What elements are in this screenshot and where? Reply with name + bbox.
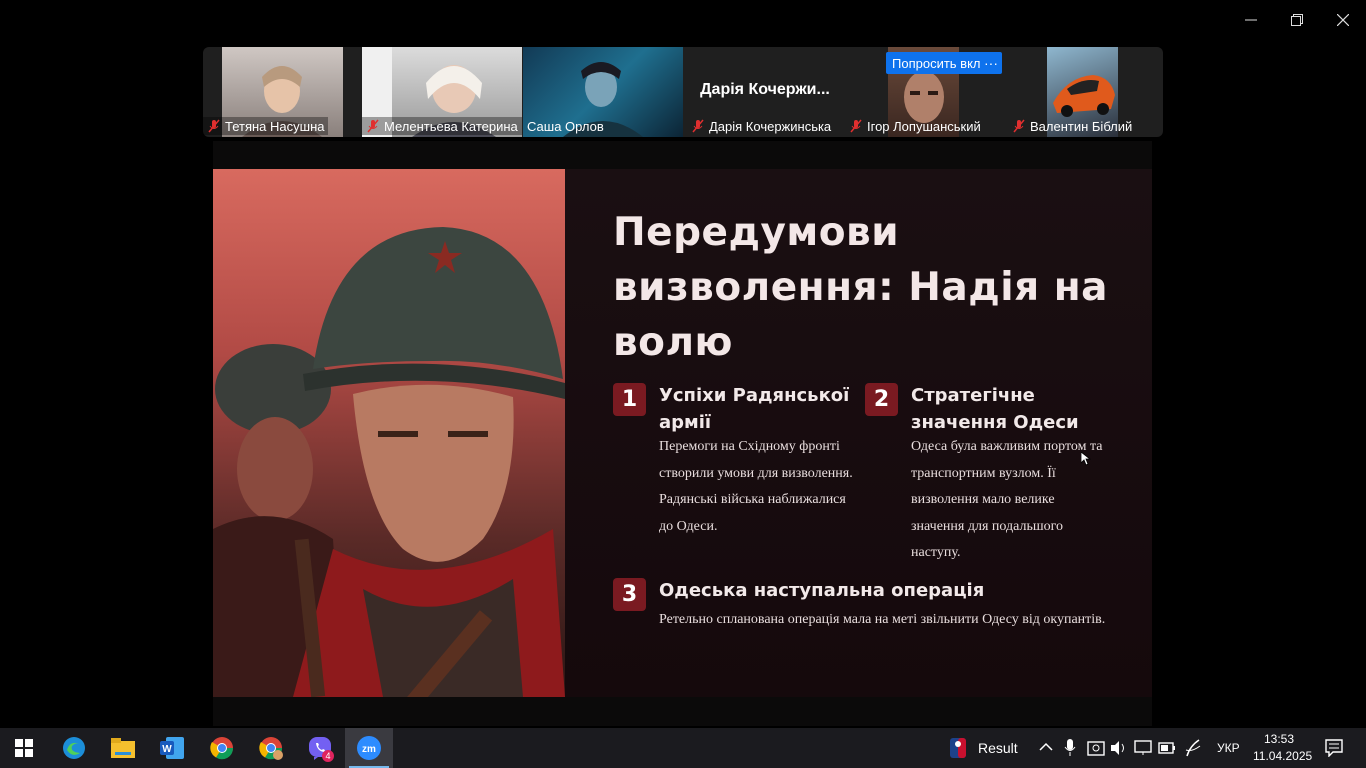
item-text: Ретельно спланована операція мала на мет…: [659, 612, 1106, 627]
notifications-icon[interactable]: [1325, 739, 1343, 757]
participant-name: Саша Орлов: [527, 118, 604, 134]
pen-icon[interactable]: [1184, 738, 1202, 758]
start-icon: [15, 739, 33, 757]
battery-icon[interactable]: [1158, 742, 1176, 754]
taskbar-file-explorer[interactable]: [99, 728, 147, 768]
start-button[interactable]: [0, 728, 48, 768]
close-button[interactable]: [1320, 0, 1366, 40]
more-options-button[interactable]: ···: [980, 52, 1002, 74]
microphone-icon[interactable]: [1064, 739, 1076, 757]
close-icon: [1337, 14, 1349, 26]
muted-mic-icon: [1013, 119, 1025, 133]
participants-strip: Тетяна Насушна Мелентьева Катерина Саша …: [203, 47, 1163, 137]
taskbar-zoom[interactable]: zm: [345, 728, 393, 768]
restore-button[interactable]: [1274, 0, 1320, 40]
participant-tile[interactable]: Мелентьева Катерина: [362, 47, 522, 137]
chevron-up-icon[interactable]: [1039, 742, 1053, 752]
taskbar: W 4 zm Result УКР 13:53 11.04.2025: [0, 728, 1366, 768]
clock-date[interactable]: 11.04.2025: [1253, 749, 1312, 763]
participant-tile[interactable]: Валентин Біблий: [1008, 47, 1163, 137]
result-widget[interactable]: Result: [978, 740, 1018, 756]
participant-name: Ігор Лопушанський: [845, 117, 985, 135]
participant-name: Мелентьева Катерина: [362, 117, 522, 135]
svg-text:W: W: [162, 744, 172, 755]
muted-mic-icon: [850, 119, 862, 133]
viber-badge: 4: [322, 750, 334, 762]
muted-mic-icon: [208, 119, 220, 133]
screen: Тетяна Насушна Мелентьева Катерина Саша …: [0, 0, 1366, 768]
soldier-image-icon: [213, 227, 565, 697]
window-controls: [1228, 0, 1366, 40]
restore-icon: [1291, 14, 1303, 26]
presentation-slide: Передумови визволення: Надія на волю 1 У…: [213, 169, 1152, 697]
minimize-icon: [1245, 19, 1257, 21]
edge-icon: [63, 737, 85, 759]
taskbar-edge[interactable]: [50, 728, 98, 768]
zoom-icon: zm: [357, 736, 381, 760]
item-number: 1: [613, 383, 646, 416]
network-icon[interactable]: [1134, 740, 1152, 756]
item-title: Стратегічне значення Одеси: [911, 385, 1079, 433]
taskbar-chrome-profile[interactable]: [247, 728, 295, 768]
participant-tile[interactable]: Дарія Кочержи... Дарія Кочержинська: [687, 47, 843, 137]
taskbar-viber[interactable]: 4: [296, 728, 344, 768]
participant-name: Тетяна Насушна: [203, 117, 329, 135]
muted-mic-icon: [367, 119, 379, 133]
item-text: Перемоги на Східному фронті створили умо…: [659, 439, 853, 534]
item-title: Одеська наступальна операція: [659, 580, 985, 601]
chrome-icon: [210, 737, 234, 760]
item-number: 2: [865, 383, 898, 416]
participant-name: Валентин Біблий: [1008, 117, 1136, 135]
ask-to-unmute-button[interactable]: Попросить вкл: [886, 52, 987, 74]
camera-icon[interactable]: [1087, 739, 1105, 757]
language-indicator[interactable]: УКР: [1217, 741, 1240, 755]
file-explorer-icon: [111, 738, 135, 758]
slide-title: Передумови визволення: Надія на волю: [613, 210, 1108, 365]
minimize-button[interactable]: [1228, 0, 1274, 40]
word-icon: W: [160, 737, 184, 759]
taskbar-word[interactable]: W: [148, 728, 196, 768]
chrome-profile-icon: [259, 737, 283, 760]
item-title: Успіхи Радянської армії: [659, 385, 850, 433]
participant-name: Дарія Кочержинська: [687, 117, 835, 135]
mouse-cursor-icon: [1081, 452, 1091, 466]
participant-tile[interactable]: Тетяна Насушна: [203, 47, 359, 137]
svg-text:zm: zm: [362, 744, 376, 755]
clock-time[interactable]: 13:53: [1264, 732, 1294, 746]
item-number: 3: [613, 578, 646, 611]
muted-mic-icon: [692, 119, 704, 133]
taskbar-chrome[interactable]: [198, 728, 246, 768]
participant-tile-active[interactable]: Саша Орлов: [523, 47, 683, 137]
nba-icon[interactable]: [950, 738, 966, 758]
volume-icon[interactable]: [1110, 740, 1128, 756]
soldiers-illustration: [213, 169, 565, 697]
participant-display-name: Дарія Кочержи...: [700, 81, 830, 98]
